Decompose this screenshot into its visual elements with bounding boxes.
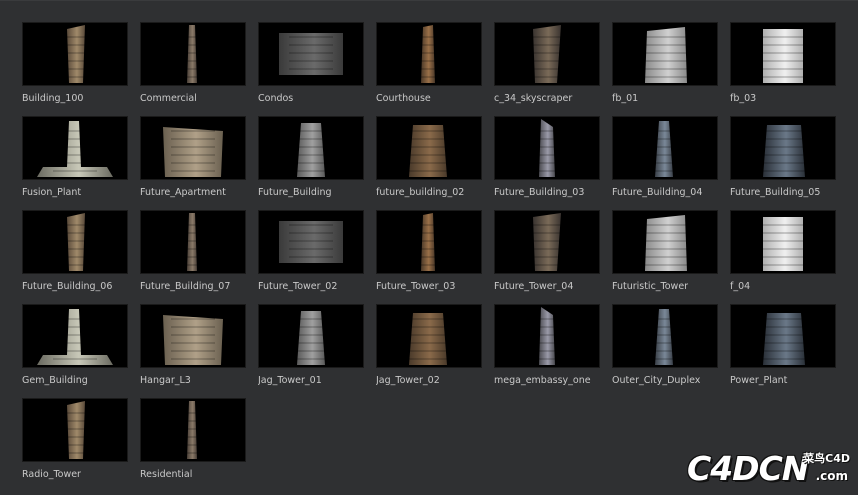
asset-label: fb_01 (612, 93, 639, 104)
asset-label: Building_100 (22, 93, 84, 104)
asset-label: Future_Tower_03 (376, 281, 456, 292)
asset-label: Jag_Tower_01 (258, 375, 322, 386)
building-100-thumbnail[interactable] (22, 22, 128, 86)
asset-item[interactable]: fb_03 (730, 22, 836, 116)
asset-item[interactable]: Future_Building_07 (140, 210, 246, 304)
asset-label: Residential (140, 469, 193, 480)
asset-item[interactable]: Outer_City_Duplex (612, 304, 718, 398)
fb-03-thumbnail[interactable] (730, 22, 836, 86)
asset-label: mega_embassy_one (494, 375, 591, 386)
condos-thumbnail[interactable] (258, 22, 364, 86)
asset-item[interactable]: Future_Tower_04 (494, 210, 600, 304)
asset-label: c_34_skyscraper (494, 93, 573, 104)
watermark-logo-text: C4DCN (687, 449, 809, 488)
asset-item[interactable]: Building_100 (22, 22, 128, 116)
hangar-thumbnail[interactable] (140, 304, 246, 368)
asset-item[interactable]: fb_01 (612, 22, 718, 116)
asset-label: Power_Plant (730, 375, 788, 386)
asset-label: Future_Building_05 (730, 187, 821, 198)
asset-item[interactable]: Future_Building_05 (730, 116, 836, 210)
commercial-thumbnail[interactable] (140, 22, 246, 86)
asset-item[interactable]: Futuristic_Tower (612, 210, 718, 304)
asset-label: Future_Apartment (140, 187, 226, 198)
asset-item[interactable]: Commercial (140, 22, 246, 116)
asset-label: future_building_02 (376, 187, 465, 198)
asset-item[interactable]: f_04 (730, 210, 836, 304)
future-building-04-thumbnail[interactable] (612, 116, 718, 180)
asset-item[interactable]: Future_Building_03 (494, 116, 600, 210)
asset-label: Future_Tower_04 (494, 281, 574, 292)
asset-item[interactable]: Future_Building_06 (22, 210, 128, 304)
asset-label: Commercial (140, 93, 197, 104)
future-tower-02-thumbnail[interactable] (258, 210, 364, 274)
asset-label: fb_03 (730, 93, 757, 104)
courthouse-thumbnail[interactable] (376, 22, 482, 86)
watermark-domain-text: .com (815, 469, 848, 483)
asset-label: Future_Building_03 (494, 187, 585, 198)
radio-tower-thumbnail[interactable] (22, 398, 128, 462)
asset-grid: Building_100 Commercial Condos Courthouse c_… (22, 22, 836, 492)
future-building-02-thumbnail[interactable] (376, 116, 482, 180)
asset-item[interactable]: Power_Plant (730, 304, 836, 398)
asset-item[interactable]: Future_Building (258, 116, 364, 210)
asset-label: Outer_City_Duplex (612, 375, 701, 386)
future-apartment-thumbnail[interactable] (140, 116, 246, 180)
jag-tower-01-thumbnail[interactable] (258, 304, 364, 368)
asset-item[interactable]: c_34_skyscraper (494, 22, 600, 116)
residential-thumbnail[interactable] (140, 398, 246, 462)
asset-label: Future_Building (258, 187, 332, 198)
future-building-06-thumbnail[interactable] (22, 210, 128, 274)
asset-label: Jag_Tower_02 (376, 375, 440, 386)
asset-label: Futuristic_Tower (612, 281, 689, 292)
asset-item[interactable]: future_building_02 (376, 116, 482, 210)
asset-label: Future_Building_04 (612, 187, 703, 198)
asset-item[interactable]: Future_Apartment (140, 116, 246, 210)
asset-item[interactable]: Jag_Tower_01 (258, 304, 364, 398)
asset-item[interactable]: Condos (258, 22, 364, 116)
asset-label: Fusion_Plant (22, 187, 82, 198)
outer-city-duplex-thumbnail[interactable] (612, 304, 718, 368)
asset-label: Gem_Building (22, 375, 88, 386)
mega-embassy-thumbnail[interactable] (494, 304, 600, 368)
c4dcn-logo-watermark: C4DCN 菜鸟C4D .com (687, 447, 852, 491)
future-tower-04-thumbnail[interactable] (494, 210, 600, 274)
asset-label: f_04 (730, 281, 751, 292)
futuristic-tower-thumbnail[interactable] (612, 210, 718, 274)
skyscraper-thumbnail[interactable] (494, 22, 600, 86)
future-building-07-thumbnail[interactable] (140, 210, 246, 274)
jag-tower-02-thumbnail[interactable] (376, 304, 482, 368)
asset-label: Future_Building_07 (140, 281, 231, 292)
asset-item[interactable]: Future_Tower_02 (258, 210, 364, 304)
future-tower-03-thumbnail[interactable] (376, 210, 482, 274)
asset-item[interactable]: Future_Building_04 (612, 116, 718, 210)
asset-label: Hangar_L3 (140, 375, 191, 386)
asset-item[interactable]: Courthouse (376, 22, 482, 116)
asset-item[interactable]: Fusion_Plant (22, 116, 128, 210)
asset-label: Radio_Tower (22, 469, 81, 480)
fb-01-thumbnail[interactable] (612, 22, 718, 86)
asset-item[interactable]: Residential (140, 398, 246, 492)
asset-item[interactable]: Hangar_L3 (140, 304, 246, 398)
fusion-plant-thumbnail[interactable] (22, 116, 128, 180)
asset-item[interactable]: Gem_Building (22, 304, 128, 398)
future-building-05-thumbnail[interactable] (730, 116, 836, 180)
power-plant-thumbnail[interactable] (730, 304, 836, 368)
f-04-thumbnail[interactable] (730, 210, 836, 274)
asset-label: Future_Building_06 (22, 281, 113, 292)
asset-item[interactable]: Future_Tower_03 (376, 210, 482, 304)
asset-label: Future_Tower_02 (258, 281, 338, 292)
asset-label: Courthouse (376, 93, 431, 104)
asset-browser-panel: Building_100 Commercial Condos Courthouse c_… (0, 0, 858, 495)
gem-building-thumbnail[interactable] (22, 304, 128, 368)
watermark-cn-text: 菜鸟C4D (803, 452, 850, 465)
future-building-03-thumbnail[interactable] (494, 116, 600, 180)
asset-item[interactable]: Radio_Tower (22, 398, 128, 492)
asset-item[interactable]: mega_embassy_one (494, 304, 600, 398)
future-building-thumbnail[interactable] (258, 116, 364, 180)
asset-label: Condos (258, 93, 294, 104)
asset-item[interactable]: Jag_Tower_02 (376, 304, 482, 398)
